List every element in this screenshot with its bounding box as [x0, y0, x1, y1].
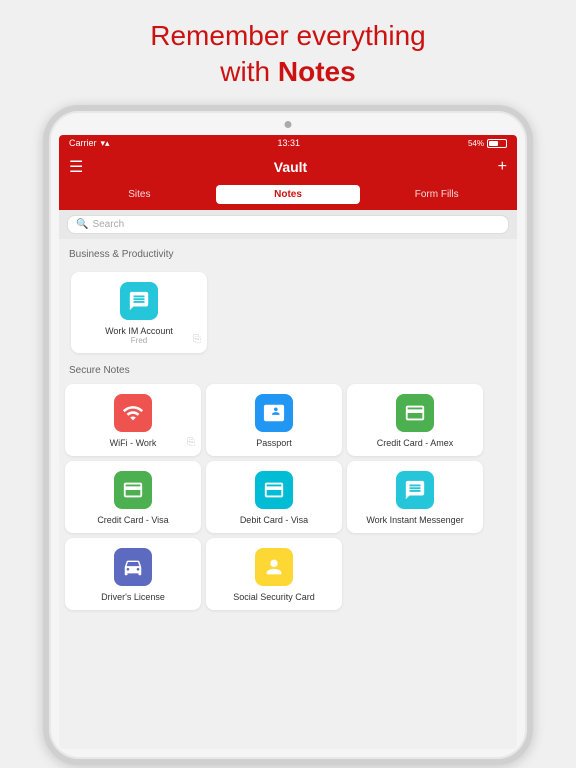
business-grid: Work IM Account Fred ⎘	[65, 268, 511, 357]
promo-line2: with	[220, 56, 278, 87]
credit-card-amex-icon	[396, 394, 434, 432]
drivers-license-label: Driver's License	[101, 592, 165, 602]
status-time: 13:31	[278, 138, 301, 148]
credit-card-amex-label: Credit Card - Amex	[377, 438, 454, 448]
work-im-icon	[120, 282, 158, 320]
work-im-label: Work IM Account	[105, 326, 173, 336]
search-bar: 🔍 Search	[59, 210, 517, 239]
secure-notes-grid: WiFi - Work ⎘ Passport	[59, 380, 517, 614]
nav-bar: ☰ Vault +	[59, 152, 517, 185]
copy-icon[interactable]: ⎘	[193, 334, 201, 345]
ipad-frame: Carrier ▾▴ 13:31 54% ☰ Vault + Sites Not…	[43, 105, 533, 765]
ipad-camera	[285, 121, 292, 128]
item-work-im[interactable]: Work IM Account Fred ⎘	[71, 272, 207, 353]
passport-label: Passport	[256, 438, 292, 448]
item-debit-card-visa[interactable]: Debit Card - Visa	[206, 461, 342, 533]
wifi-icon: ▾▴	[101, 138, 110, 149]
battery-fill	[489, 141, 498, 146]
status-bar-left: Carrier ▾▴	[69, 138, 110, 149]
item-work-instant-messenger[interactable]: Work Instant Messenger	[347, 461, 483, 533]
add-icon[interactable]: +	[498, 158, 507, 176]
item-credit-card-visa[interactable]: Credit Card - Visa	[65, 461, 201, 533]
promo-line1: Remember everything	[150, 20, 425, 51]
carrier-label: Carrier	[69, 138, 97, 148]
credit-card-visa-icon	[114, 471, 152, 509]
item-drivers-license[interactable]: Driver's License	[65, 538, 201, 610]
item-passport[interactable]: Passport	[206, 384, 342, 456]
debit-card-visa-label: Debit Card - Visa	[240, 515, 308, 525]
menu-icon[interactable]: ☰	[69, 157, 83, 177]
item-wifi-work[interactable]: WiFi - Work ⎘	[65, 384, 201, 456]
search-input-area[interactable]: 🔍 Search	[67, 215, 509, 234]
nav-title: Vault	[83, 159, 497, 175]
tab-bar: Sites Notes Form Fills	[59, 185, 517, 210]
social-security-label: Social Security Card	[233, 592, 315, 602]
tab-form-fills[interactable]: Form Fills	[364, 185, 509, 204]
section-header-business: Business & Productivity	[59, 245, 517, 264]
ipad-screen: Carrier ▾▴ 13:31 54% ☰ Vault + Sites Not…	[59, 135, 517, 749]
search-icon: 🔍	[76, 219, 88, 230]
search-placeholder: Search	[92, 219, 124, 230]
credit-card-visa-label: Credit Card - Visa	[97, 515, 168, 525]
wifi-work-icon	[114, 394, 152, 432]
status-bar: Carrier ▾▴ 13:31 54%	[59, 135, 517, 152]
section-header-secure-notes: Secure Notes	[59, 361, 517, 380]
drivers-license-icon	[114, 548, 152, 586]
battery-percent: 54%	[468, 139, 484, 148]
item-credit-card-amex[interactable]: Credit Card - Amex	[347, 384, 483, 456]
content-area: Business & Productivity Work IM Account …	[59, 239, 517, 749]
item-social-security[interactable]: Social Security Card	[206, 538, 342, 610]
wifi-copy-icon[interactable]: ⎘	[187, 437, 195, 448]
passport-icon	[255, 394, 293, 432]
work-im2-label: Work Instant Messenger	[366, 515, 463, 525]
debit-card-visa-icon	[255, 471, 293, 509]
tab-sites[interactable]: Sites	[67, 185, 212, 204]
battery-icon	[487, 139, 507, 148]
status-bar-right: 54%	[468, 139, 507, 148]
business-items: Work IM Account Fred ⎘	[59, 264, 517, 361]
promo-bold: Notes	[278, 56, 356, 87]
work-im2-icon	[396, 471, 434, 509]
promo-header: Remember everything with Notes	[110, 0, 465, 105]
tab-notes[interactable]: Notes	[216, 185, 361, 204]
social-security-icon	[255, 548, 293, 586]
wifi-work-label: WiFi - Work	[110, 438, 157, 448]
work-im-sublabel: Fred	[131, 336, 147, 345]
